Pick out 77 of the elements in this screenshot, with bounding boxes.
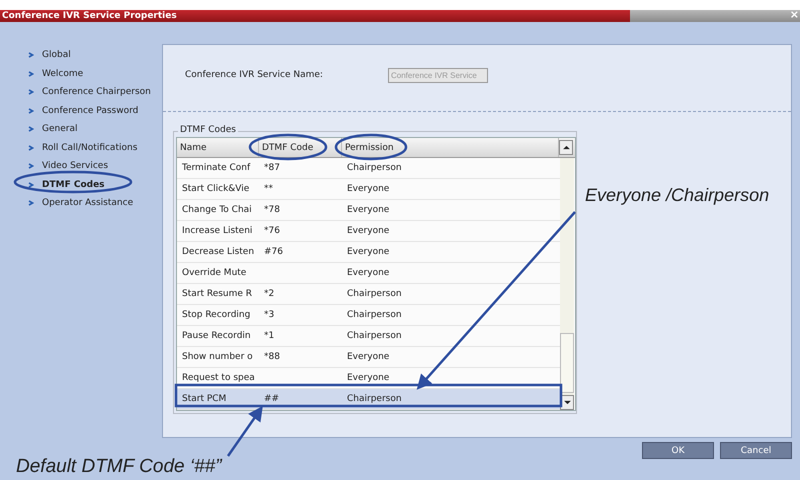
table-cell-text: Everyone — [346, 373, 390, 383]
cancel-button[interactable]: Cancel — [720, 442, 792, 459]
table-cell: *2 — [264, 289, 274, 299]
table-cell-text: Decrease Listen — [181, 247, 256, 257]
table-cell: *78 — [264, 205, 280, 215]
caret-down-icon — [564, 400, 570, 405]
table-row[interactable]: Decrease Listen #76 Everyone — [177, 242, 560, 263]
chevron-icon — [28, 182, 34, 188]
table-cell-text: Everyone — [346, 226, 390, 236]
sidebar-item[interactable]: Roll Call/Notifications — [0, 138, 162, 157]
table-cell: *87 — [264, 163, 280, 173]
table-cell-text: Override Mute — [181, 268, 248, 278]
table-cell-text: Chairperson — [346, 394, 403, 404]
column-header[interactable]: DTMF Code — [259, 138, 342, 157]
table-cell: ## — [264, 394, 280, 404]
table-cell-text: Everyone — [346, 352, 390, 362]
sidebar-item[interactable]: DTMF Codes — [0, 176, 162, 194]
table-cell-text: Terminate Conf — [181, 163, 252, 173]
table-cell-text: Stop Recording — [181, 310, 252, 320]
table-row[interactable]: Stop Recording *3 Chairperson — [177, 305, 560, 326]
table-cell: *1 — [264, 331, 274, 341]
table-row[interactable]: Increase Listeni *76 Everyone — [177, 221, 560, 242]
table-cell-text: Request to spea — [181, 373, 256, 383]
chevron-icon — [28, 70, 34, 77]
group-legend: DTMF Codes — [178, 125, 238, 135]
scroll-up-button[interactable] — [559, 140, 573, 155]
caret-up-icon — [562, 145, 570, 150]
table-row[interactable]: Change To Chai *78 Everyone — [177, 200, 560, 221]
table-cell-text: Chairperson — [346, 289, 403, 299]
table-row[interactable]: Pause Recordin *1 Chairperson — [177, 326, 560, 347]
sidebar-item[interactable]: Welcome — [0, 64, 162, 83]
table-cell-text: Start PCM — [181, 394, 228, 404]
table-cell-text: Everyone — [346, 205, 390, 215]
table-cell-text: Everyone — [346, 247, 390, 257]
table-cell-text: Show number o — [181, 352, 254, 362]
sidebar-item[interactable]: Operator Assistance — [0, 194, 162, 212]
table-cell-text: Pause Recordin — [181, 331, 252, 341]
table-cell-text: Chairperson — [346, 163, 403, 173]
table-cell-text: Start Click&Vie — [181, 184, 250, 194]
table-row[interactable]: Terminate Conf *87 Chairperson — [177, 158, 560, 179]
table-row[interactable]: Show number o *88 Everyone — [177, 347, 560, 368]
scrollbar[interactable] — [560, 158, 574, 410]
chevron-icon — [28, 200, 34, 206]
scrollbar-thumb[interactable] — [560, 333, 574, 393]
table-cell-text: Everyone — [346, 268, 390, 278]
column-header[interactable]: Name — [177, 138, 259, 157]
chevron-icon — [28, 89, 34, 96]
chevron-icon — [28, 144, 34, 151]
sidebar-item[interactable]: Conference Chairperson — [0, 83, 162, 102]
table-cell: ** — [264, 184, 273, 194]
ok-button[interactable]: OK — [642, 442, 714, 459]
table-cell-text: Everyone — [346, 184, 390, 194]
chevron-icon — [28, 108, 34, 114]
chevron-icon — [28, 163, 34, 170]
table-cell-text: Increase Listeni — [181, 226, 254, 236]
table-cell: *88 — [264, 352, 280, 362]
table-cell: #76 — [264, 247, 283, 257]
table-cell-text: Start Resume R — [181, 289, 254, 299]
table-cell: *76 — [264, 226, 280, 236]
sidebar-item[interactable]: Video Services — [0, 157, 162, 176]
table-cell-text: Chairperson — [346, 331, 403, 341]
chevron-icon — [28, 52, 34, 58]
sidebar-item[interactable]: Conference Password — [0, 102, 162, 120]
table-cell-text: Change To Chai — [181, 205, 253, 215]
sidebar-item[interactable]: General — [0, 120, 162, 138]
table-row[interactable]: Start Resume R *2 Chairperson — [177, 284, 560, 305]
table-cell-text: Chairperson — [346, 310, 403, 320]
chevron-icon — [28, 126, 34, 132]
table-cell: *3 — [264, 310, 274, 320]
window-title: Conference IVR Service Properties — [1, 11, 177, 21]
table-row[interactable]: Override Mute Everyone — [177, 263, 560, 284]
annotation-label: Default DTMF Code ‘##” — [16, 456, 222, 478]
annotation-arrow — [226, 406, 263, 457]
sidebar-item[interactable]: Global — [0, 46, 162, 64]
annotation-label: Everyone /Chairperson — [585, 185, 770, 206]
table-row[interactable]: Start Click&Vie ** Everyone — [177, 179, 560, 200]
field-label: Conference IVR Service Name: — [185, 70, 324, 80]
